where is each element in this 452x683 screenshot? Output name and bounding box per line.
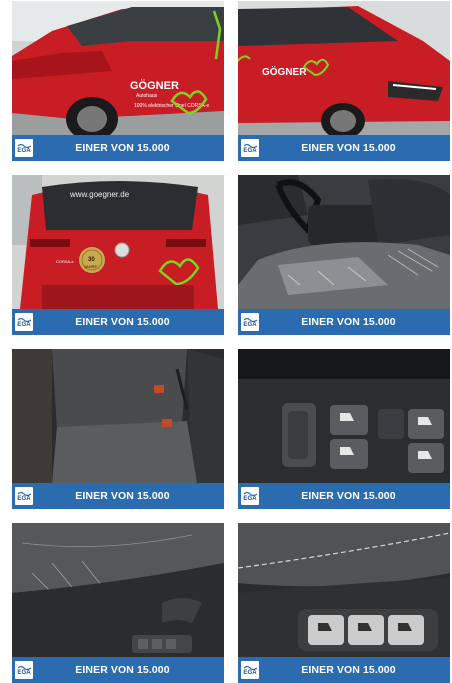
ega-logo: EGA	[241, 139, 259, 157]
car-rear-photo: www.goegner.de 30 JAHRE CORSA-e	[12, 175, 224, 309]
logo-text: EGA	[17, 147, 31, 154]
gallery-tile[interactable]: EGA EINER VON 15.000	[12, 523, 224, 683]
decal-sub: Autohaus	[136, 93, 158, 99]
info-bar: EGA EINER VON 15.000	[12, 309, 224, 335]
car-front-right-photo: GÖGNER	[238, 1, 450, 135]
badge-number: 30	[88, 257, 95, 263]
logo-text: EGA	[17, 669, 31, 676]
gallery-tile[interactable]: www.goegner.de 30 JAHRE CORSA-e EGA EINE…	[12, 175, 224, 335]
slogan-text: EINER VON 15.000	[301, 316, 396, 328]
model-badge: CORSA-e	[56, 259, 75, 264]
info-bar: EGA EINER VON 15.000	[238, 309, 450, 335]
gallery-tile[interactable]: GÖGNER EGA EINER VON 15.000	[238, 1, 450, 161]
info-bar: EGA EINER VON 15.000	[238, 657, 450, 683]
rear-bench-photo	[12, 349, 224, 483]
slogan-text: EINER VON 15.000	[75, 490, 170, 502]
photo-gallery: GÖGNER Autohaus 100% elektrischer Opel C…	[0, 0, 452, 683]
slogan-text: EINER VON 15.000	[75, 316, 170, 328]
info-bar: EGA EINER VON 15.000	[12, 483, 224, 509]
slogan-text: EINER VON 15.000	[301, 142, 396, 154]
badge-text: JAHRE	[84, 264, 97, 269]
door-panel-photo	[12, 523, 224, 657]
decal-url: www.goegner.de	[69, 190, 130, 199]
ega-logo: EGA	[15, 139, 33, 157]
decal-brand: GÖGNER	[130, 79, 179, 92]
logo-text: EGA	[17, 321, 31, 328]
gallery-tile[interactable]: EGA EINER VON 15.000	[238, 523, 450, 683]
ega-logo: EGA	[241, 487, 259, 505]
gallery-tile[interactable]: GÖGNER Autohaus 100% elektrischer Opel C…	[12, 1, 224, 161]
slogan-text: EINER VON 15.000	[301, 490, 396, 502]
driver-seat-photo	[238, 175, 450, 309]
ega-logo: EGA	[15, 661, 33, 679]
gallery-tile[interactable]: EGA EINER VON 15.000	[238, 175, 450, 335]
car-front-left-photo: GÖGNER Autohaus 100% elektrischer Opel C…	[12, 1, 224, 135]
ega-logo: EGA	[241, 661, 259, 679]
slogan-text: EINER VON 15.000	[75, 664, 170, 676]
slogan-text: EINER VON 15.000	[301, 664, 396, 676]
info-bar: EGA EINER VON 15.000	[12, 135, 224, 161]
gallery-tile[interactable]: EGA EINER VON 15.000	[12, 349, 224, 509]
info-bar: EGA EINER VON 15.000	[238, 483, 450, 509]
logo-text: EGA	[243, 669, 257, 676]
info-bar: EGA EINER VON 15.000	[12, 657, 224, 683]
info-bar: EGA EINER VON 15.000	[238, 135, 450, 161]
decal-brand: GÖGNER	[262, 65, 307, 78]
ega-logo: EGA	[15, 313, 33, 331]
logo-text: EGA	[17, 495, 31, 502]
ega-logo: EGA	[15, 487, 33, 505]
window-switch-photo	[238, 349, 450, 483]
slogan-text: EINER VON 15.000	[75, 142, 170, 154]
logo-text: EGA	[243, 495, 257, 502]
logo-text: EGA	[243, 321, 257, 328]
logo-text: EGA	[243, 147, 257, 154]
ega-logo: EGA	[241, 313, 259, 331]
door-handle-photo	[238, 523, 450, 657]
gallery-tile[interactable]: EGA EINER VON 15.000	[238, 349, 450, 509]
